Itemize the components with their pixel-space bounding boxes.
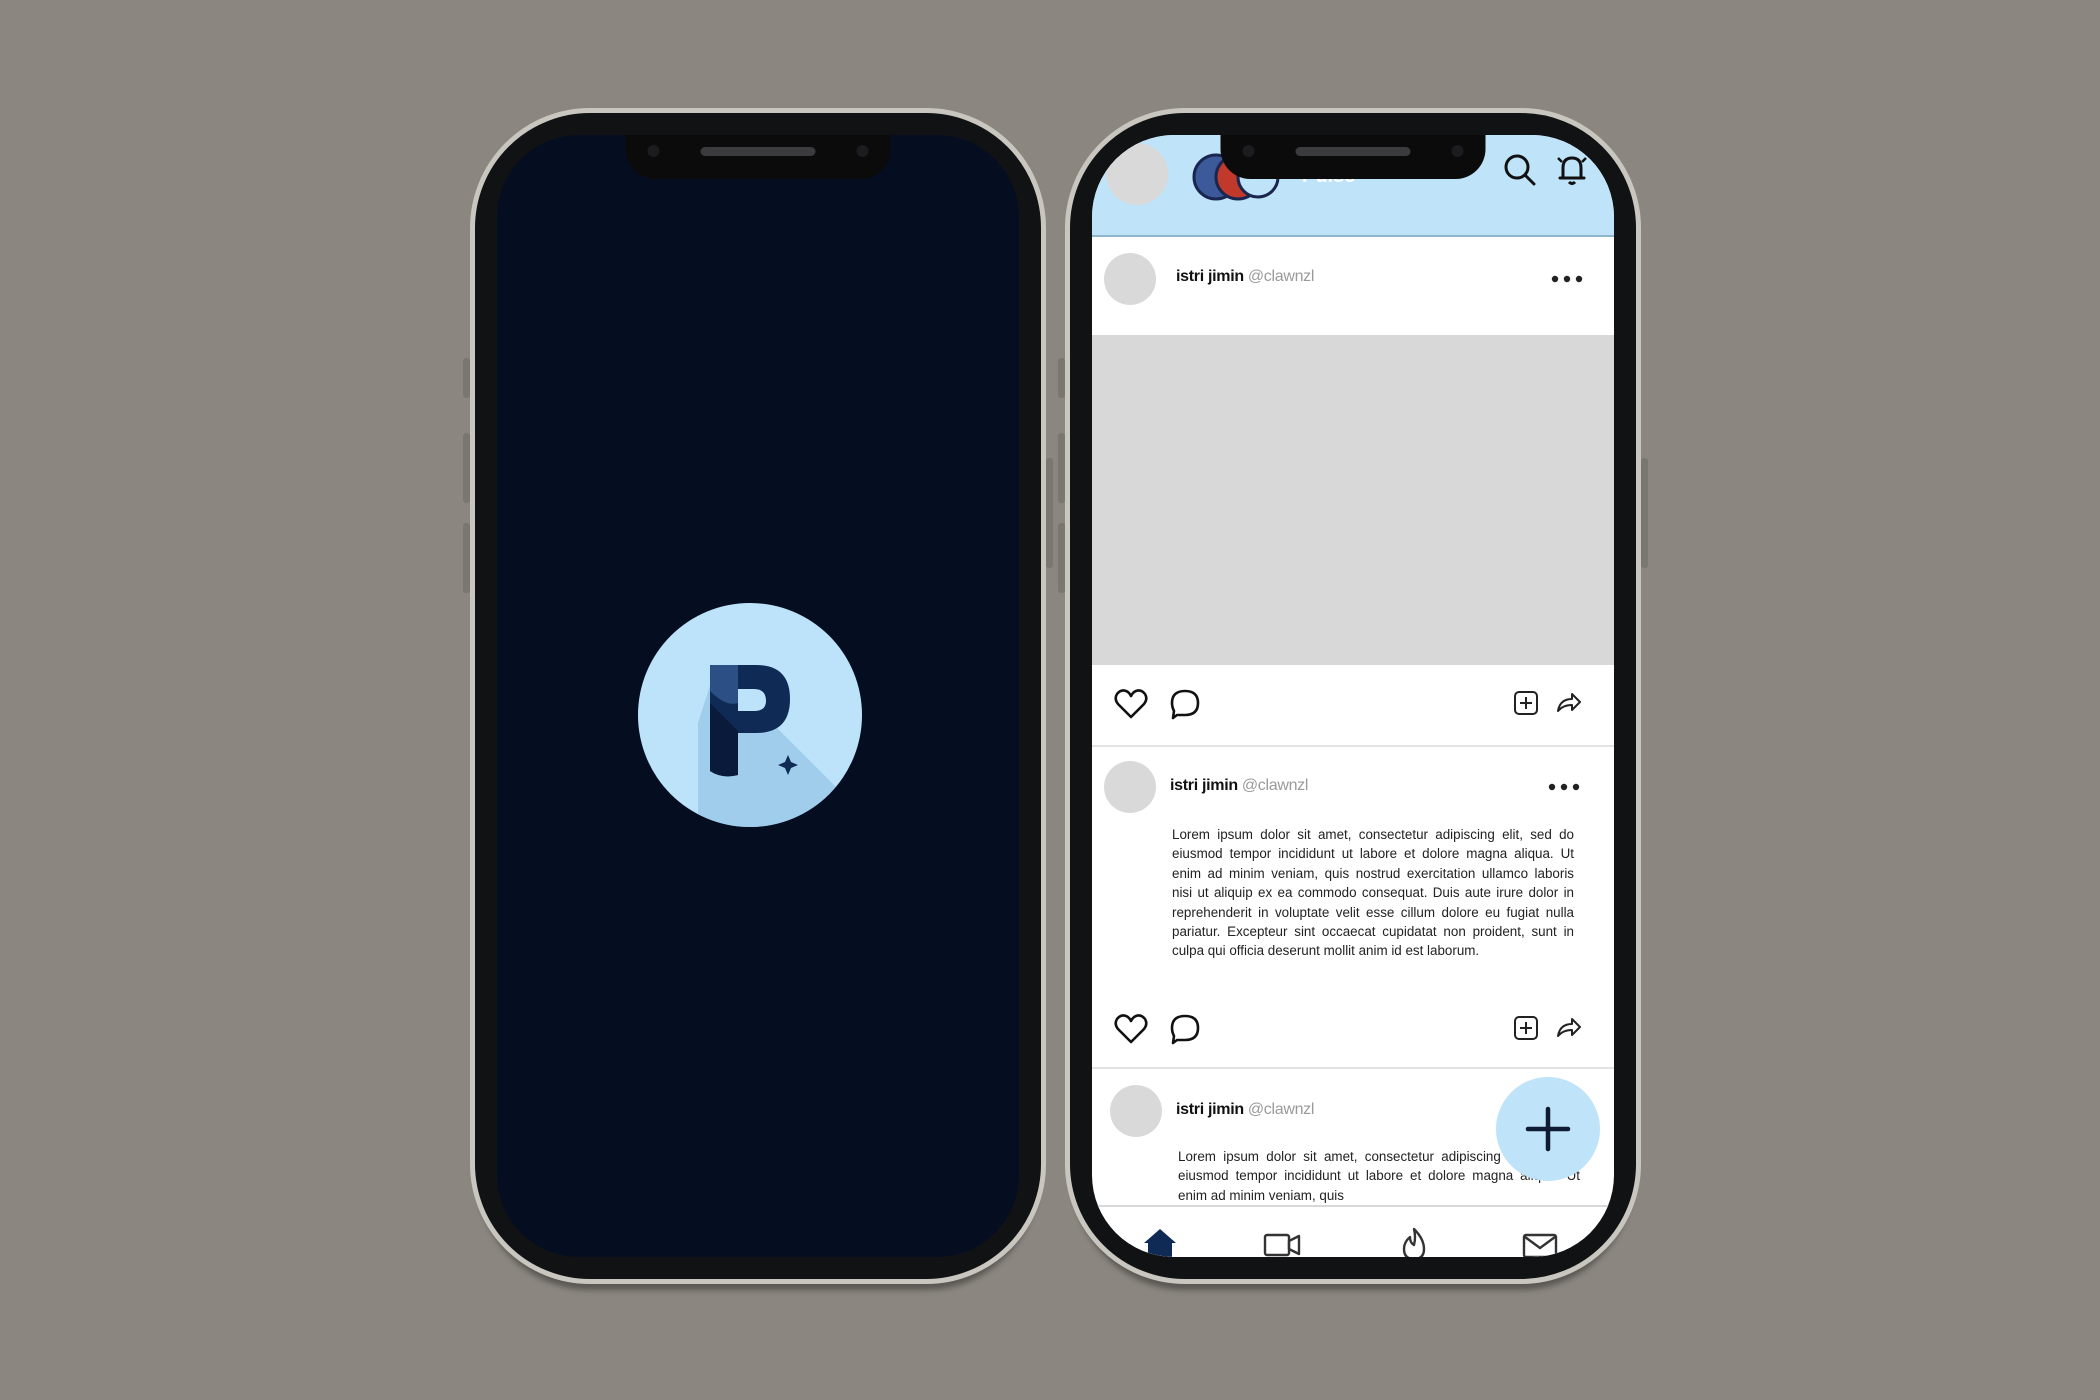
heart-icon[interactable] xyxy=(1114,687,1148,721)
phone-left xyxy=(463,108,1053,1284)
side-button-volume-down xyxy=(1058,523,1065,593)
home-icon[interactable] xyxy=(1140,1225,1180,1257)
more-options-icon[interactable] xyxy=(1547,781,1581,793)
earpiece-speaker xyxy=(1295,147,1411,156)
share-icon[interactable] xyxy=(1554,1014,1582,1042)
post-author-name: istri jimin xyxy=(1170,777,1238,794)
phone-right: Pulse istri jimin@clawnzl xyxy=(1058,108,1648,1284)
side-button-power xyxy=(1641,458,1648,568)
splash-screen xyxy=(497,135,1019,1257)
profile-avatar[interactable] xyxy=(1106,143,1168,205)
share-icon[interactable] xyxy=(1554,689,1582,717)
post-author-name: istri jimin xyxy=(1176,268,1244,285)
face-sensor xyxy=(1451,145,1464,157)
search-icon[interactable] xyxy=(1502,152,1538,188)
post-header: istri jimin @clawnzl xyxy=(1092,245,1614,317)
flame-icon[interactable] xyxy=(1394,1225,1434,1257)
face-sensor xyxy=(856,145,869,157)
side-button-mute xyxy=(463,358,470,398)
post-author-name: istri jimin xyxy=(1176,1101,1244,1118)
front-camera xyxy=(647,145,660,157)
add-square-icon[interactable] xyxy=(1512,1014,1540,1042)
plus-icon xyxy=(1525,1106,1571,1152)
phone-notch xyxy=(1220,135,1486,179)
side-button-volume-up xyxy=(463,433,470,503)
side-button-volume-up xyxy=(1058,433,1065,503)
more-options-icon[interactable] xyxy=(1550,273,1584,285)
front-camera xyxy=(1242,145,1255,157)
side-button-mute xyxy=(1058,358,1065,398)
mail-icon[interactable] xyxy=(1520,1225,1560,1257)
feed-screen: Pulse istri jimin@clawnzl xyxy=(1092,135,1614,1257)
post-author[interactable]: istri jimin @clawnzl xyxy=(1176,268,1314,286)
create-post-button[interactable] xyxy=(1496,1077,1600,1181)
video-icon[interactable] xyxy=(1262,1225,1302,1257)
post-author[interactable]: istri jimin @clawnzl xyxy=(1176,1101,1314,1119)
side-button-volume-down xyxy=(463,523,470,593)
post-author-handle: @clawnzl xyxy=(1247,268,1315,285)
comment-icon[interactable] xyxy=(1168,1012,1202,1046)
post-avatar[interactable] xyxy=(1104,253,1156,305)
p-logo-icon xyxy=(698,665,850,827)
post-avatar[interactable] xyxy=(1110,1085,1162,1137)
earpiece-speaker xyxy=(700,147,816,156)
bottom-nav xyxy=(1092,1205,1614,1257)
post-text: Lorem ipsum dolor sit amet, consectetur … xyxy=(1172,827,1574,959)
post-author[interactable]: istri jimin @clawnzl xyxy=(1170,777,1308,795)
post-avatar[interactable] xyxy=(1104,761,1156,813)
add-square-icon[interactable] xyxy=(1512,689,1540,717)
heart-icon[interactable] xyxy=(1114,1012,1148,1046)
side-button-power xyxy=(1046,458,1053,568)
splash-logo xyxy=(638,603,862,827)
comment-icon[interactable] xyxy=(1168,687,1202,721)
post-header: istri jimin @clawnzl xyxy=(1092,747,1614,819)
notification-bell-icon[interactable] xyxy=(1554,152,1590,188)
post-author-handle: @clawnzl xyxy=(1247,1101,1315,1118)
post-image[interactable] xyxy=(1092,335,1614,665)
post-author-handle: @clawnzl xyxy=(1241,777,1309,794)
phone-notch xyxy=(625,135,891,179)
